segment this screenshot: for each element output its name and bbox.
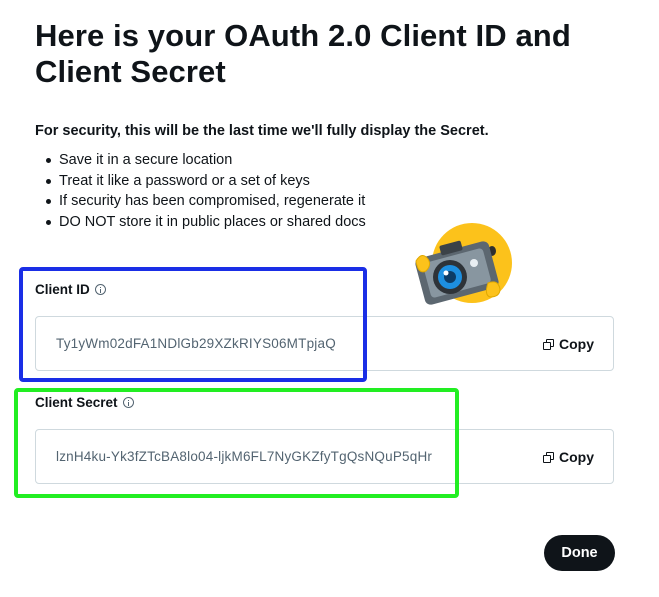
client-id-highlight bbox=[19, 267, 367, 382]
security-note: For security, this will be the last time… bbox=[35, 123, 489, 139]
copy-icon bbox=[543, 338, 554, 350]
list-item: DO NOT store it in public places or shar… bbox=[35, 212, 366, 233]
copy-client-id-button[interactable]: Copy bbox=[543, 336, 594, 352]
done-button[interactable]: Done bbox=[544, 535, 615, 571]
client-secret-highlight bbox=[14, 388, 459, 498]
security-tips-list: Save it in a secure location Treat it li… bbox=[35, 150, 366, 232]
list-item: Save it in a secure location bbox=[35, 150, 366, 171]
copy-label: Copy bbox=[559, 449, 594, 465]
copy-client-secret-button[interactable]: Copy bbox=[543, 449, 594, 465]
list-item: Treat it like a password or a set of key… bbox=[35, 171, 366, 192]
list-item: If security has been compromised, regene… bbox=[35, 191, 366, 212]
page-title: Here is your OAuth 2.0 Client ID and Cli… bbox=[35, 18, 571, 89]
oauth-credentials-dialog: Here is your OAuth 2.0 Client ID and Cli… bbox=[0, 0, 659, 597]
copy-label: Copy bbox=[559, 336, 594, 352]
copy-icon bbox=[543, 451, 554, 463]
camera-emoji bbox=[415, 223, 512, 305]
